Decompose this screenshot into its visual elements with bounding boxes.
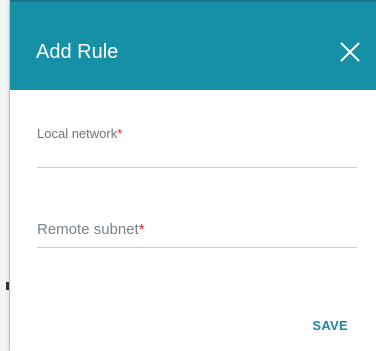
close-button[interactable] bbox=[336, 38, 364, 66]
dialog-header: Add Rule bbox=[10, 2, 376, 90]
close-icon bbox=[340, 42, 360, 62]
dialog-title: Add Rule bbox=[36, 41, 119, 63]
add-rule-dialog: Add Rule Local network* Remote subnet* S… bbox=[10, 0, 376, 351]
save-button[interactable]: SAVE bbox=[312, 318, 348, 333]
remote-subnet-underline bbox=[37, 247, 357, 248]
local-network-field: Local network* bbox=[37, 126, 357, 168]
background-fragment bbox=[6, 282, 9, 290]
required-marker: * bbox=[117, 126, 123, 141]
local-network-label-text: Local network bbox=[37, 126, 118, 141]
remote-subnet-field: Remote subnet* bbox=[37, 221, 357, 248]
background-page-edge bbox=[0, 0, 10, 351]
local-network-underline bbox=[37, 167, 357, 168]
remote-subnet-input[interactable] bbox=[37, 221, 357, 245]
local-network-input[interactable] bbox=[37, 142, 357, 166]
local-network-label: Local network* bbox=[37, 126, 357, 142]
